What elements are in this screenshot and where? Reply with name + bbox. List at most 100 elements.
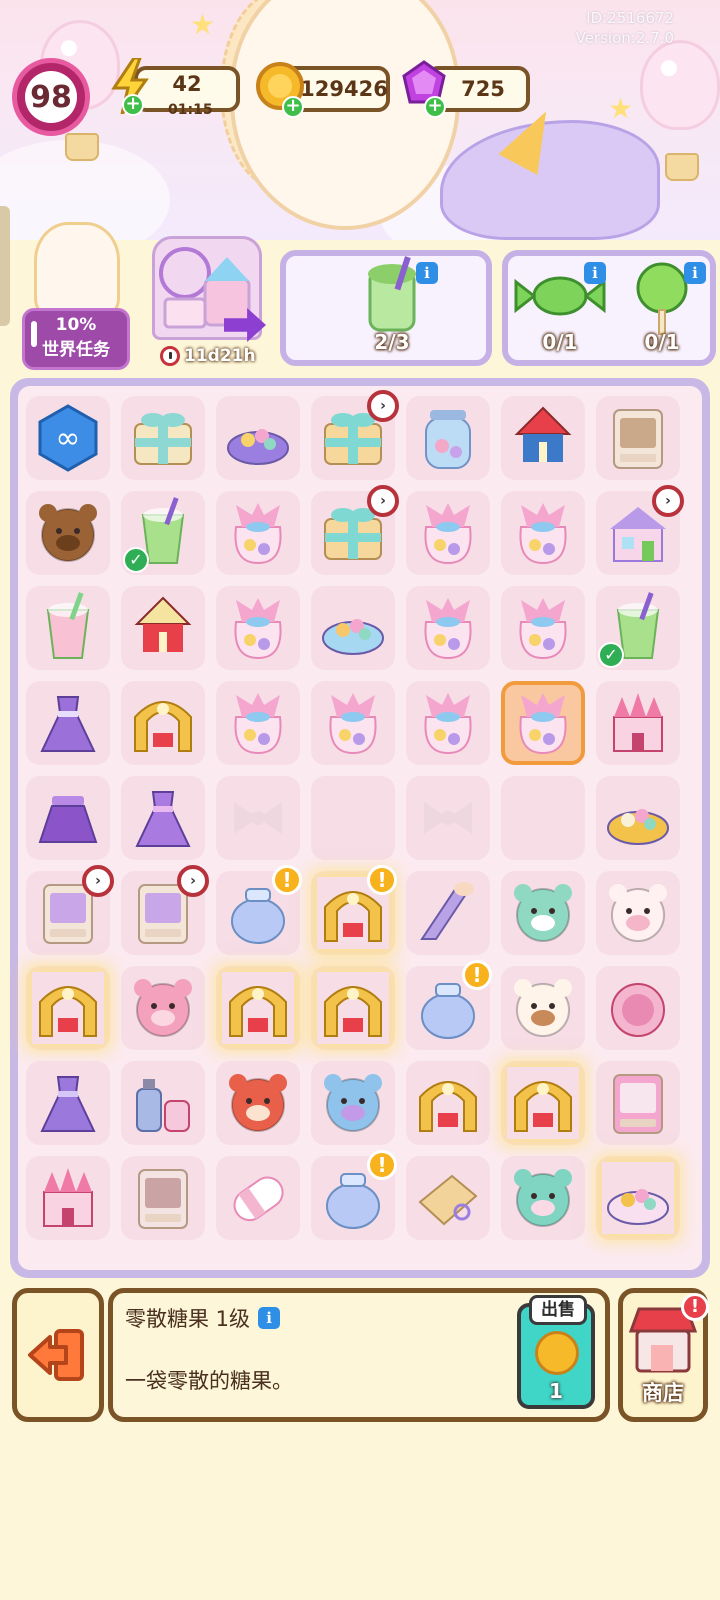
info-icon[interactable]: i — [684, 262, 706, 284]
board-cell[interactable]: › — [121, 865, 209, 955]
board-cell[interactable] — [311, 966, 395, 1050]
board-cell[interactable] — [596, 1061, 680, 1145]
board-cell[interactable] — [596, 1156, 680, 1240]
board-cell[interactable] — [501, 1061, 585, 1145]
board-cell[interactable] — [406, 491, 490, 575]
board-cell[interactable]: ✓ — [596, 586, 680, 670]
board-cell[interactable] — [501, 776, 585, 860]
board-cell[interactable] — [216, 1156, 300, 1240]
board-cell[interactable] — [501, 586, 585, 670]
board-cell[interactable] — [596, 681, 680, 765]
board-cell[interactable] — [501, 966, 585, 1050]
board-cell[interactable] — [121, 1061, 205, 1145]
board-cell[interactable] — [406, 1156, 490, 1240]
shop-button[interactable]: ! 商店 — [618, 1288, 709, 1422]
board-cell[interactable]: ! — [311, 1150, 397, 1240]
exit-button[interactable] — [12, 1288, 104, 1422]
golden-stage-icon — [507, 1067, 579, 1139]
board-cell[interactable]: › — [26, 865, 114, 955]
board-cell[interactable] — [216, 1061, 300, 1145]
board-cell[interactable]: ! — [216, 865, 302, 955]
board-cell[interactable] — [121, 776, 205, 860]
candy-tray-icon — [222, 402, 294, 474]
add-energy-button[interactable]: + — [122, 94, 144, 116]
event-park-button[interactable]: 11d21h — [148, 236, 266, 368]
order-count: 2/3 — [374, 330, 410, 354]
board-cell[interactable] — [26, 1061, 110, 1145]
board-cell[interactable] — [311, 1061, 395, 1145]
world-task-button[interactable]: 10% 世界任务 — [22, 222, 130, 370]
board-cell[interactable] — [26, 1156, 110, 1240]
board-cell[interactable] — [121, 396, 205, 480]
board-cell[interactable] — [596, 396, 680, 480]
candy-bag-icon — [507, 592, 579, 664]
board-cell[interactable] — [121, 586, 205, 670]
board-cell[interactable]: › — [311, 485, 399, 575]
board-cell[interactable] — [311, 586, 395, 670]
board-cell[interactable]: ! — [406, 960, 492, 1050]
build-info: ID:2516672 Version:2.7.0 — [576, 8, 674, 48]
sell-button[interactable]: 出售 1 — [517, 1295, 595, 1409]
board-cell[interactable]: ! — [311, 865, 397, 955]
board-cell[interactable] — [501, 1156, 585, 1240]
player-level-badge[interactable]: 98 — [12, 58, 90, 136]
board-cell[interactable] — [596, 966, 680, 1050]
compact-mirror-icon — [602, 972, 674, 1044]
candy-jar-icon — [412, 402, 484, 474]
level-number: 98 — [25, 71, 77, 123]
alert-icon: ! — [462, 960, 492, 990]
board-cell[interactable] — [501, 681, 585, 765]
svg-text:∞: ∞ — [56, 421, 81, 456]
order-card-2[interactable]: 0/1 i 0/1 i — [502, 250, 716, 366]
add-coins-button[interactable]: + — [282, 96, 304, 118]
world-task-badge: 10% 世界任务 — [22, 308, 130, 370]
board-cell[interactable] — [406, 1061, 490, 1145]
board-cell[interactable] — [406, 396, 490, 480]
board-cell[interactable] — [26, 966, 110, 1050]
cooldown-clock-icon: › — [367, 390, 399, 422]
board-cell[interactable] — [596, 871, 680, 955]
board-cell[interactable] — [121, 1156, 205, 1240]
board-cell[interactable] — [26, 491, 110, 575]
mascot-portrait-icon — [34, 222, 120, 318]
board-cell[interactable] — [216, 396, 300, 480]
board-cell[interactable] — [26, 776, 110, 860]
board-cell[interactable] — [311, 776, 395, 860]
board-cell[interactable]: ∞ — [26, 396, 110, 480]
board-cell[interactable] — [501, 871, 585, 955]
info-icon[interactable]: i — [584, 262, 606, 284]
board-cell[interactable] — [501, 491, 585, 575]
purple-skirt-icon — [32, 782, 104, 854]
board-cell[interactable] — [501, 396, 585, 480]
board-cell[interactable] — [406, 681, 490, 765]
board-cell[interactable] — [216, 681, 300, 765]
board-cell[interactable]: › — [311, 390, 399, 480]
board-cell[interactable] — [596, 776, 680, 860]
board-cell[interactable] — [121, 966, 205, 1050]
board-cell[interactable] — [216, 776, 300, 860]
board-cell[interactable] — [311, 681, 395, 765]
cooldown-clock-icon: › — [652, 485, 684, 517]
board-cell[interactable] — [26, 681, 110, 765]
board-cell[interactable] — [406, 586, 490, 670]
board-cell[interactable] — [216, 586, 300, 670]
board-cell[interactable] — [406, 776, 490, 860]
player-id: ID:2516672 — [586, 9, 674, 27]
board-cell[interactable] — [216, 966, 300, 1050]
side-handle[interactable] — [0, 206, 10, 326]
board-cell[interactable]: ✓ — [121, 491, 205, 575]
board-cell[interactable] — [406, 871, 490, 955]
infinity-hexagon-icon: ∞ — [32, 402, 104, 474]
board-cell[interactable] — [26, 586, 110, 670]
board-cell[interactable]: › — [596, 485, 684, 575]
board-cell[interactable] — [216, 491, 300, 575]
merge-board: ∞ › ✓ › › ✓ › ›!!!! — [10, 378, 710, 1278]
add-gems-button[interactable]: + — [424, 96, 446, 118]
board-cell[interactable] — [121, 681, 205, 765]
info-icon[interactable]: i — [416, 262, 438, 284]
info-icon[interactable]: i — [258, 1307, 281, 1329]
makeup-palette-icon — [602, 1067, 674, 1139]
energy-timer: 01:15 — [168, 102, 213, 118]
order-card-1[interactable]: 2/3 i — [280, 250, 492, 366]
item-title-row: 零散糖果 1级 i — [125, 1303, 281, 1333]
